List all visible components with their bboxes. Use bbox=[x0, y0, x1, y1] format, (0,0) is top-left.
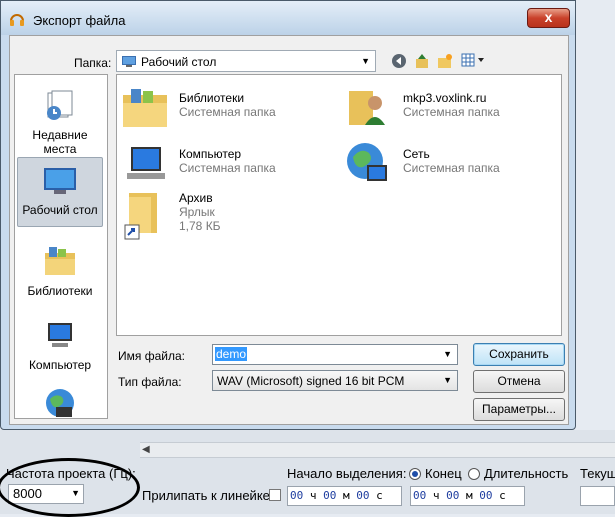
title-bar: Экспорт файла x bbox=[1, 1, 575, 35]
length-radio[interactable] bbox=[468, 468, 480, 480]
filename-input[interactable]: demo ▼ bbox=[212, 344, 458, 365]
close-icon: x bbox=[544, 9, 553, 25]
desktop-icon bbox=[44, 168, 76, 194]
recent-places-icon bbox=[47, 90, 73, 120]
place-network[interactable] bbox=[17, 381, 103, 426]
libraries-icon bbox=[45, 247, 75, 275]
filename-label: Имя файла: bbox=[118, 349, 185, 363]
folder-select[interactable]: Рабочий стол ▼ bbox=[116, 50, 376, 72]
new-folder-icon[interactable] bbox=[436, 53, 454, 71]
libraries-folder-icon bbox=[123, 89, 167, 127]
snap-to-label: Прилипать к линейке bbox=[142, 488, 270, 503]
parameters-button[interactable]: Параметры... bbox=[473, 398, 565, 421]
dialog-title: Экспорт файла bbox=[33, 13, 126, 28]
places-bar: Недавние места Рабочий стол Библиотеки К… bbox=[14, 74, 108, 419]
list-item[interactable]: mkp3.voxlink.ru Системная папка bbox=[345, 83, 555, 127]
filetype-label: Тип файла: bbox=[118, 375, 182, 389]
end-option-label: Конец bbox=[425, 466, 462, 481]
highlight-ellipse bbox=[0, 458, 140, 517]
dialog-body: Папка: Рабочий стол ▼ Недавние места Раб… bbox=[9, 35, 569, 425]
current-position-time[interactable] bbox=[580, 486, 615, 506]
user-folder-icon bbox=[349, 91, 385, 125]
up-folder-icon[interactable] bbox=[413, 53, 431, 71]
headphones-icon bbox=[10, 14, 24, 26]
selection-start-label: Начало выделения: bbox=[287, 466, 407, 481]
list-item[interactable]: Сеть Системная папка bbox=[345, 139, 555, 183]
chevron-down-icon: ▼ bbox=[443, 349, 452, 359]
views-menu-icon[interactable] bbox=[460, 53, 488, 71]
list-item[interactable]: Компьютер Системная папка bbox=[121, 139, 331, 183]
place-desktop[interactable]: Рабочий стол bbox=[17, 157, 103, 227]
network-icon bbox=[46, 389, 74, 417]
horizontal-scrollbar[interactable]: ◀ bbox=[140, 442, 615, 458]
network-icon bbox=[347, 143, 387, 181]
back-icon[interactable] bbox=[390, 53, 408, 71]
file-list: Библиотеки Системная папка mkp3.voxlink.… bbox=[116, 74, 562, 336]
folder-shortcut-icon bbox=[124, 193, 157, 240]
save-button[interactable]: Сохранить bbox=[473, 343, 565, 366]
snap-checkbox[interactable] bbox=[269, 489, 281, 501]
current-position-label: Текущ bbox=[580, 466, 615, 481]
selection-end-time[interactable]: 00 ч 00 м 00 с bbox=[410, 486, 525, 506]
end-radio[interactable] bbox=[409, 468, 421, 480]
list-item[interactable]: Архив Ярлык 1,78 КБ bbox=[121, 183, 331, 243]
computer-icon bbox=[127, 147, 165, 179]
chevron-down-icon: ▼ bbox=[361, 56, 370, 66]
folder-label: Папка: bbox=[74, 56, 112, 70]
place-recent[interactable]: Недавние места bbox=[17, 83, 103, 156]
place-libraries[interactable]: Библиотеки bbox=[17, 239, 103, 298]
list-item[interactable]: Библиотеки Системная папка bbox=[121, 83, 331, 127]
filetype-select[interactable]: WAV (Microsoft) signed 16 bit PCM ▼ bbox=[212, 370, 458, 391]
export-dialog: Экспорт файла x Папка: Рабочий стол ▼ Не… bbox=[0, 0, 576, 430]
selection-start-time[interactable]: 00 ч 00 м 00 с bbox=[287, 486, 402, 506]
chevron-down-icon: ▼ bbox=[443, 375, 452, 385]
desktop-icon bbox=[122, 56, 136, 67]
close-button[interactable]: x bbox=[527, 8, 570, 28]
computer-icon bbox=[48, 323, 72, 347]
scroll-left-arrow-icon[interactable]: ◀ bbox=[142, 444, 150, 455]
cancel-button[interactable]: Отмена bbox=[473, 370, 565, 393]
place-computer[interactable]: Компьютер bbox=[17, 313, 103, 372]
length-option-label: Длительность bbox=[484, 466, 569, 481]
